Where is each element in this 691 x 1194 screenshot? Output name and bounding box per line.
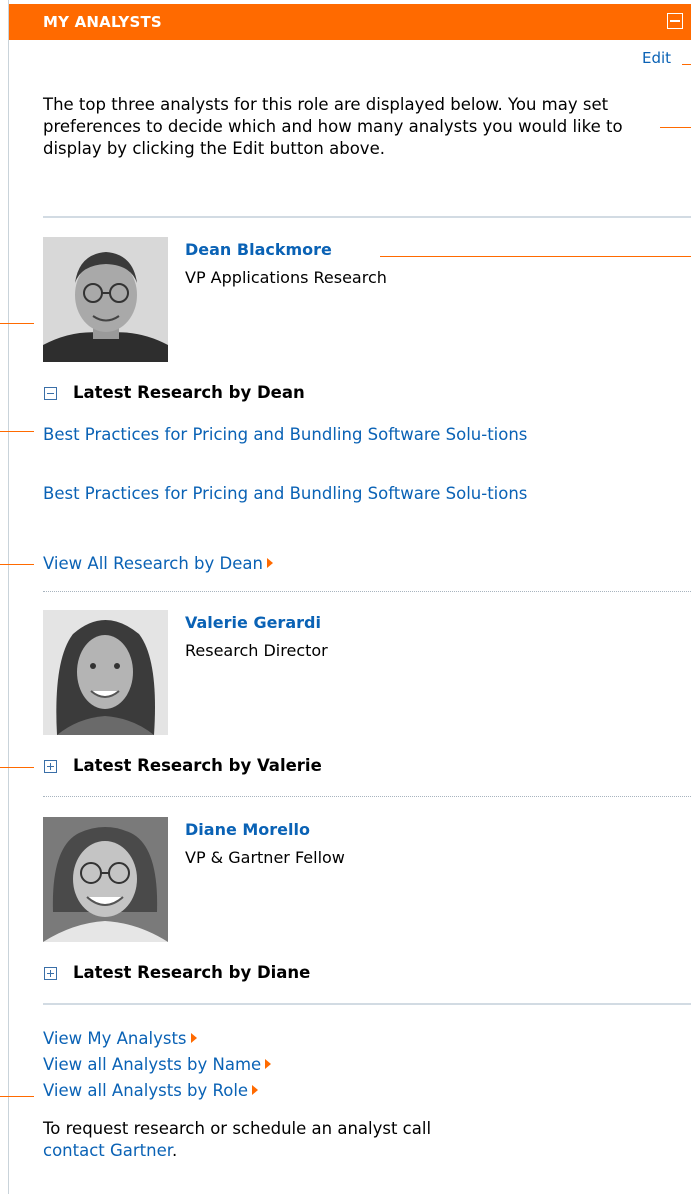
divider (43, 591, 691, 592)
callout-line (0, 564, 34, 565)
analyst-name[interactable]: Diane Morello (185, 820, 310, 839)
left-border (8, 0, 9, 1194)
divider (43, 216, 691, 218)
panel-header: MY ANALYSTS (9, 4, 691, 40)
expand-icon[interactable] (44, 760, 57, 773)
portrait-woman-dark-hair (43, 610, 168, 735)
triangle-right-icon (266, 558, 273, 568)
analyst-title: VP & Gartner Fellow (185, 848, 345, 867)
expand-icon[interactable] (44, 967, 57, 980)
latest-research-heading: Latest Research by Dean (73, 383, 305, 402)
divider (43, 1003, 691, 1005)
view-analysts-by-role-label: View all Analysts by Role (43, 1081, 249, 1100)
callout-line (0, 323, 34, 324)
analyst-name[interactable]: Valerie Gerardi (185, 613, 321, 632)
footer-period: . (172, 1141, 178, 1160)
view-my-analysts-label: View My Analysts (43, 1029, 187, 1048)
analyst-name[interactable]: Dean Blackmore (185, 240, 332, 259)
callout-line (0, 767, 34, 768)
callout-line (380, 256, 691, 257)
callout-line (0, 1096, 34, 1097)
triangle-right-icon (190, 1033, 197, 1043)
view-all-research-label: View All Research by Dean (43, 554, 263, 573)
view-analysts-by-name-link[interactable]: View all Analysts by Name (43, 1055, 272, 1074)
footer-text: To request research or schedule an analy… (43, 1118, 663, 1162)
footer-message: To request research or schedule an analy… (43, 1119, 432, 1138)
analyst-title: VP Applications Research (185, 268, 387, 287)
triangle-right-icon (265, 1059, 272, 1069)
latest-research-heading: Latest Research by Valerie (73, 756, 322, 775)
research-doc-link[interactable]: Best Practices for Pricing and Bundling … (43, 424, 653, 446)
view-my-analysts-link[interactable]: View My Analysts (43, 1029, 197, 1048)
latest-research-heading: Latest Research by Diane (73, 963, 311, 982)
analyst-title: Research Director (185, 641, 328, 660)
research-doc-link[interactable]: Best Practices for Pricing and Bundling … (43, 483, 653, 505)
view-analysts-by-role-link[interactable]: View all Analysts by Role (43, 1081, 259, 1100)
edit-link[interactable]: Edit (642, 49, 671, 67)
callout-line (660, 127, 691, 128)
callout-line (0, 431, 34, 432)
divider (43, 796, 691, 797)
analyst-photo[interactable] (43, 237, 168, 362)
collapse-icon[interactable] (44, 387, 57, 400)
analyst-photo[interactable] (43, 610, 168, 735)
collapse-panel-icon[interactable] (667, 13, 683, 29)
callout-line (682, 64, 691, 65)
view-all-research-link[interactable]: View All Research by Dean (43, 553, 653, 575)
view-analysts-by-name-label: View all Analysts by Name (43, 1055, 262, 1074)
triangle-right-icon (252, 1085, 259, 1095)
panel-title: MY ANALYSTS (43, 13, 162, 31)
intro-text: The top three analysts for this role are… (43, 95, 623, 158)
portrait-man-glasses (43, 237, 168, 362)
portrait-woman-glasses (43, 817, 168, 942)
my-analysts-panel: MY ANALYSTS Edit The top three analysts … (0, 0, 691, 1194)
contact-gartner-link[interactable]: contact Gartner (43, 1141, 172, 1160)
analyst-photo[interactable] (43, 817, 168, 942)
